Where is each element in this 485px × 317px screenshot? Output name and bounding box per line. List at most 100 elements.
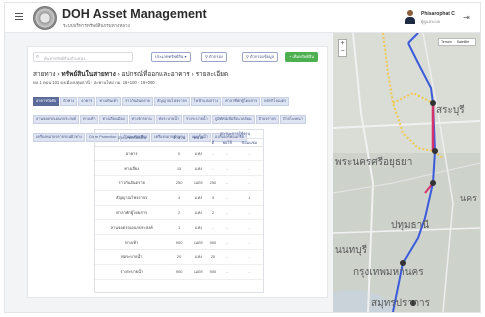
cell-qty: 4 [168, 190, 190, 206]
top-bar: DOH Asset Management ระบบบริหารทรัพย์สิน… [5, 3, 480, 33]
zoom-out-button[interactable]: − [339, 48, 346, 56]
cell-good: 2 [207, 205, 219, 221]
col-header-type: ประเภททรัพย์สิน [95, 130, 169, 147]
cell-unit: แห่ง [189, 190, 208, 206]
cell-type: ลานจอดรถเอนกประสงค์ [95, 219, 169, 236]
cell-fair: - [218, 219, 236, 236]
cell-qty: 900 [168, 264, 190, 280]
cell-qty: 15 [168, 160, 190, 177]
add-asset-button[interactable]: + เพิ่มทรัพย์สิน [285, 52, 319, 62]
search-input[interactable]: ⌕ ค้นหาทรัพย์สิน/ตำแหน่ง... [33, 52, 133, 62]
category-chip[interactable]: ราวกันอันตราย [122, 97, 154, 106]
breadcrumb: สายทาง › ทรัพย์สินในสายทาง › อปกรณ์ที่ออ… [33, 71, 229, 78]
category-chip[interactable]: ป้ายโฆษณา [279, 115, 306, 124]
category-chip[interactable]: ทางจักรยาน [128, 115, 155, 124]
category-chip[interactable]: ทางเลี่ยงเมือง [99, 115, 128, 124]
cell-fair: - [218, 264, 236, 280]
category-chip[interactable]: ศาลาที่พักผู้โดยสาร [222, 97, 260, 106]
cell-type: สัญญาณไฟจราจร [95, 190, 169, 206]
category-chip[interactable]: สัญญาณไฟจราจร [154, 97, 190, 106]
breadcrumb-item[interactable]: สายทาง [33, 71, 56, 78]
cell-qty: 2 [168, 205, 190, 221]
category-chip[interactable]: หลักกิโลเมตร [260, 97, 290, 106]
col-header-good: ดี [207, 138, 219, 147]
filter-data-button-label: ตัวกรองข้อมูล [250, 54, 275, 59]
avatar[interactable] [405, 10, 415, 24]
route-map[interactable]: + − Terrain Satellite สระบุรี พระนครศรีอ… [333, 33, 480, 312]
cell-repair: - [235, 160, 263, 177]
category-chip[interactable]: ลานจอดรถเอนกประสงค์ [33, 115, 80, 124]
table-row[interactable]: รางระบายน้ำ 900 เมตร 900- - [95, 264, 263, 280]
menu-icon[interactable] [15, 13, 23, 21]
table-row[interactable]: ราวกันอันตราย 250 เมตร 250- - [95, 175, 263, 191]
cell-fair: - [218, 160, 236, 177]
cell-unit: แห่ง [189, 205, 208, 221]
map-label-saraburi: สระบุรี [436, 105, 465, 116]
map-label-nakhon: นคร [460, 194, 478, 204]
cell-type: ราวกันอันตราย [95, 175, 169, 191]
cell-repair: - [235, 146, 263, 162]
cell-fair: - [218, 146, 236, 162]
breadcrumb-item[interactable]: อปกรณ์ที่ออกและอาคาร [122, 71, 190, 78]
cell-type: ทางเท้า [95, 234, 169, 251]
cell-fair: - [218, 249, 236, 265]
filter-button[interactable]: ⚲ ตัวกรอง [201, 52, 227, 62]
table-row[interactable]: ทางเท้า 900 เมตร 900- - [95, 234, 263, 251]
map-type-satellite[interactable]: Satellite [455, 39, 471, 45]
map-type-toggle[interactable]: Terrain Satellite [438, 38, 476, 46]
map-label-samutprakan: สมุทรปราการ [371, 298, 431, 309]
cell-good: - [207, 160, 219, 177]
category-dropdown[interactable]: ประเภททรัพย์สิน ▾ [151, 52, 191, 62]
table-row[interactable]: ท่อระบายน้ำ 20 แห่ง 20- - [95, 249, 263, 265]
map-type-terrain[interactable]: Terrain [439, 39, 454, 45]
cell-unit: เมตร [189, 234, 208, 251]
cell-unit: แห่ง [189, 219, 208, 236]
breadcrumb-item[interactable]: ทรัพย์สินในสายทาง [61, 71, 115, 78]
cell-repair: - [235, 175, 263, 191]
cell-good: - [207, 219, 219, 236]
table-row[interactable]: ศาลาพักผู้โดยสาร 2 แห่ง 2- - [95, 205, 263, 221]
category-chip[interactable]: ทางเดินเท้า [96, 97, 122, 106]
category-chip[interactable]: ภูมิทัศน์เพื่อสิ่งแวดล้อม [211, 115, 255, 124]
logout-icon[interactable]: ⇥ [463, 13, 470, 22]
category-chip[interactable]: ทางเท้า [80, 115, 99, 124]
cell-fair: - [218, 205, 236, 221]
filter-button-label: ตัวกรอง [209, 54, 223, 59]
search-icon: ⌕ [36, 54, 40, 60]
app-window: DOH Asset Management ระบบบริหารทรัพย์สิน… [4, 2, 481, 313]
app-subtitle: ระบบบริหารทรัพย์สินกรมทางหลวง [63, 23, 130, 28]
user-role: ผู้ดูแลระบบ [421, 19, 441, 24]
table-row[interactable]: ทางเลี่ยง 15 แห่ง - - - [95, 160, 263, 177]
table-row[interactable]: สัญญาณไฟจราจร 4 แห่ง 3-1 [95, 190, 263, 206]
cell-good: 20 [207, 249, 219, 265]
cell-type: ท่อระบายน้ำ [95, 249, 169, 265]
cell-fair: - [218, 234, 236, 251]
cell-good: 900 [207, 234, 219, 251]
category-chip[interactable]: ท่อระบายน้ำ [155, 115, 182, 124]
category-chip[interactable]: เครื่องหมายจราจรบนผิวทาง [33, 133, 85, 142]
user-name[interactable]: Phisarophat C [421, 11, 455, 17]
zoom-control[interactable]: + − [338, 39, 347, 57]
cell-unit: แห่ง [189, 249, 208, 265]
table-row[interactable]: ลานจอดรถเอนกประสงค์ 1 แห่ง - - - [95, 219, 263, 236]
cell-good: 900 [207, 264, 219, 280]
cell-good: 3 [207, 190, 219, 206]
zoom-in-button[interactable]: + [339, 40, 346, 48]
cell-repair: - [235, 234, 263, 251]
cell-unit: เมตร [189, 175, 208, 191]
category-chip[interactable]: ป้ายจราจร [255, 115, 279, 124]
col-header-status: สถานะการใช้งาน [207, 130, 263, 139]
category-chip[interactable]: อาคาร [78, 97, 96, 106]
table-row[interactable]: อาคาร 0 แห่ง - - - [95, 146, 263, 162]
category-chip[interactable]: รางระบายน้ำ [182, 115, 211, 124]
category-chip[interactable]: ผิวทาง [60, 97, 78, 106]
map-label-pathumthani: ปทุมธานี [391, 220, 430, 231]
category-chip[interactable]: ไฟฟ้าแสงสว่าง [190, 97, 222, 106]
col-header-repair: ซ่อมแซม [235, 138, 263, 147]
cell-type: ทางเลี่ยง [95, 160, 169, 177]
cell-repair: - [235, 249, 263, 265]
cell-qty: 0 [168, 146, 190, 162]
category-chip[interactable]: อาคารบังคับ [33, 97, 60, 106]
filter-data-button[interactable]: ⚲ ตัวกรองข้อมูล [242, 52, 279, 62]
cell-repair: - [235, 205, 263, 221]
